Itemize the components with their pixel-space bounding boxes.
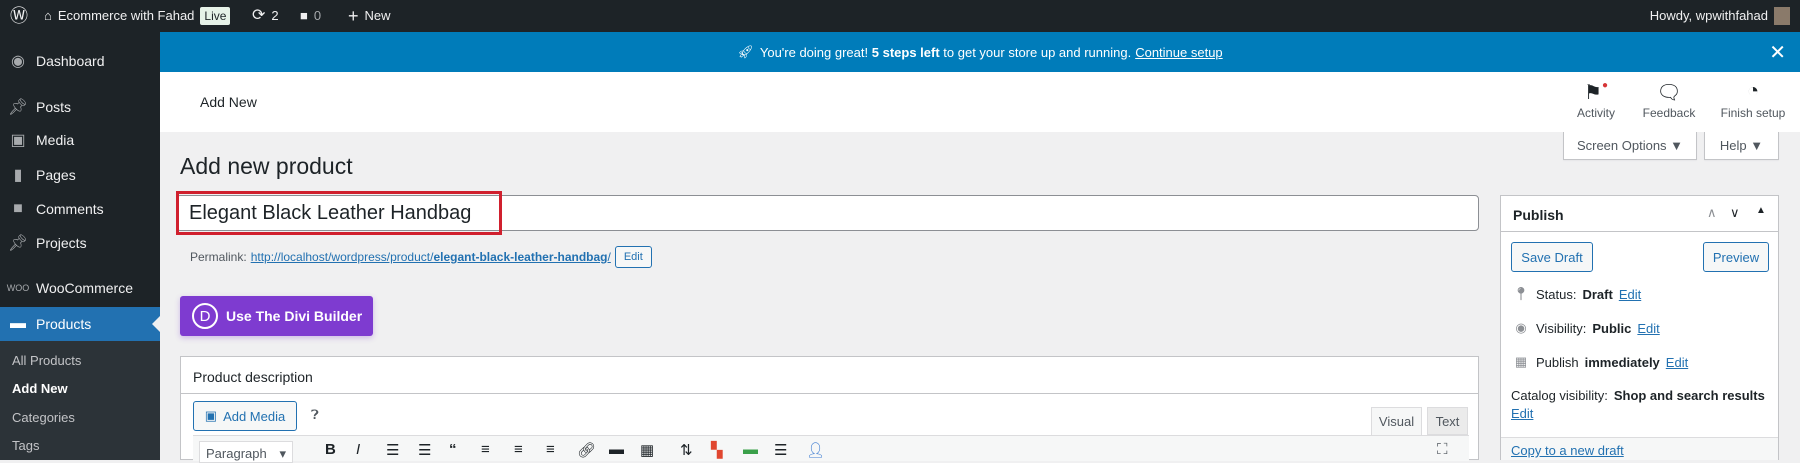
save-draft-button[interactable]: Save Draft xyxy=(1511,242,1593,272)
header-title: Add New xyxy=(200,94,257,110)
product-title-value: Elegant Black Leather Handbag xyxy=(189,202,472,224)
feedback-button[interactable]: 🗨︎ Feedback xyxy=(1629,80,1709,120)
plus-icon: + xyxy=(348,6,359,26)
feedback-icon: 🗨︎ xyxy=(1656,82,1682,104)
submenu-all-products[interactable]: All Products xyxy=(12,353,81,368)
sidebar-item-media[interactable]: ▣ Media xyxy=(0,123,160,157)
close-icon[interactable]: ✕ xyxy=(1769,40,1786,65)
pin-icon: 📍︎ xyxy=(1512,286,1530,301)
link-icon[interactable]: 🔗︎ xyxy=(577,441,596,459)
rocket-icon: 🚀︎ xyxy=(737,44,754,59)
visibility-row: ◉ Visibility: Public Edit xyxy=(1512,320,1659,336)
wordpress-logo-icon[interactable]: Ⓦ xyxy=(10,0,28,32)
divider-icon[interactable]: ▬ xyxy=(743,441,758,458)
layout-icon[interactable]: ▚ xyxy=(711,441,723,459)
italic-icon[interactable]: I xyxy=(356,441,360,458)
comment-icon: ■ xyxy=(13,200,23,217)
sidebar-item-products[interactable]: ▬ Products xyxy=(0,307,160,341)
home-icon: ⌂ xyxy=(44,8,52,23)
woocommerce-header: Add New ⚑● Activity 🗨︎ Feedback ◔ Finish se… xyxy=(160,72,1800,132)
account-menu[interactable]: Howdy, wpwithfahad xyxy=(1650,0,1790,32)
flag-icon: ⚑● xyxy=(1584,80,1608,104)
box-title: Product description xyxy=(181,357,1478,394)
sidebar-item-comments[interactable]: ■ Comments xyxy=(0,192,160,226)
comments-link[interactable]: ■ 0 xyxy=(300,0,321,32)
pin-icon: 📌︎ xyxy=(7,99,29,116)
admin-bar: Ⓦ ⌂ Ecommerce with Fahad Live ⟳ 2 ■ 0 + New H… xyxy=(0,0,1800,32)
list-icon[interactable]: ☰ xyxy=(774,441,787,459)
fullscreen-icon[interactable]: ⛶ xyxy=(1437,441,1448,458)
permalink-row: Permalink: http://localhost/wordpress/pr… xyxy=(190,246,652,268)
move-down-icon[interactable]: ∨ xyxy=(1730,205,1740,221)
product-description-box: Product description ▣ Add Media ❓︎ Visual… xyxy=(180,356,1479,463)
sidebar-item-pages[interactable]: ▮ Pages xyxy=(0,158,160,192)
permalink-link[interactable]: http://localhost/wordpress/product/elega… xyxy=(251,250,611,264)
progress-circle-icon: ◔ xyxy=(1746,80,1760,102)
archive-icon: ▬ xyxy=(10,315,26,332)
help-icon[interactable]: ❓︎ xyxy=(311,407,319,423)
read-more-icon[interactable]: ▬ xyxy=(609,441,624,458)
tab-visual[interactable]: Visual xyxy=(1371,407,1422,435)
active-arrow xyxy=(144,316,160,332)
updates-link[interactable]: ⟳ 2 xyxy=(252,0,279,32)
pages-icon: ▮ xyxy=(13,167,23,184)
toggle-panel-icon[interactable]: ▲ xyxy=(1756,205,1766,216)
site-name-link[interactable]: ⌂ Ecommerce with Fahad Live xyxy=(44,0,231,32)
live-badge: Live xyxy=(200,7,231,25)
submenu-add-new[interactable]: Add New xyxy=(12,381,68,396)
screen-options-button[interactable]: Screen Options ▼ xyxy=(1563,132,1697,160)
edit-date-link[interactable]: Edit xyxy=(1666,355,1688,370)
comment-icon: ■ xyxy=(300,8,308,23)
eye-icon: ◉ xyxy=(1515,320,1527,335)
submenu-categories[interactable]: Categories xyxy=(12,410,75,425)
align-left-icon[interactable]: ≡ xyxy=(481,441,490,458)
permalink-edit-button[interactable]: Edit xyxy=(614,246,652,268)
divi-icon: D xyxy=(192,303,218,329)
align-center-icon[interactable]: ≡ xyxy=(514,441,523,458)
edit-status-link[interactable]: Edit xyxy=(1619,287,1641,302)
sort-icon[interactable]: ⇅ xyxy=(680,441,693,459)
divi-builder-button[interactable]: D Use The Divi Builder xyxy=(180,296,373,336)
media-icon: ▣ xyxy=(10,132,26,149)
align-right-icon[interactable]: ≡ xyxy=(546,441,555,458)
status-row: 📍︎ Status: Draft Edit xyxy=(1512,286,1642,302)
page-title: Add new product xyxy=(180,153,353,179)
dashboard-icon: ◉ xyxy=(11,53,25,70)
sidebar-item-projects[interactable]: 📌︎ Projects xyxy=(0,226,160,260)
publish-date-row: ▦ Publish immediately Edit xyxy=(1512,354,1688,370)
edit-catalog-link[interactable]: Edit xyxy=(1511,406,1533,421)
add-media-button[interactable]: ▣ Add Media xyxy=(193,401,297,431)
sidebar-item-dashboard[interactable]: ◉ Dashboard xyxy=(0,44,160,78)
activity-button[interactable]: ⚑● Activity xyxy=(1556,80,1636,120)
edit-visibility-link[interactable]: Edit xyxy=(1637,321,1659,336)
tab-text[interactable]: Text xyxy=(1427,407,1468,435)
sidebar-item-posts[interactable]: 📌︎ Posts xyxy=(0,90,160,124)
media-icon: ▣ xyxy=(204,408,218,423)
toolbar-toggle-icon[interactable]: ▦ xyxy=(640,441,654,459)
preview-button[interactable]: Preview xyxy=(1703,242,1769,272)
woocommerce-icon: WOO xyxy=(6,283,30,293)
new-content-link[interactable]: + New xyxy=(348,0,391,32)
move-up-icon[interactable]: ∧ xyxy=(1707,205,1717,221)
catalog-visibility-row: Catalog visibility: Shop and search resul… xyxy=(1511,388,1765,403)
numbered-list-icon[interactable]: ☰ xyxy=(418,441,431,459)
finish-setup-button[interactable]: ◔ Finish setup xyxy=(1713,80,1793,120)
avatar xyxy=(1774,7,1790,25)
bold-icon[interactable]: B xyxy=(325,441,336,458)
blockquote-icon[interactable]: “ xyxy=(449,441,457,458)
continue-setup-link[interactable]: Continue setup xyxy=(1135,45,1222,60)
admin-sidebar: ◉ Dashboard 📌︎ Posts ▣ Media ▮ Pages ■ Commen… xyxy=(0,32,160,460)
calendar-icon: ▦ xyxy=(1514,354,1528,369)
copy-draft-link[interactable]: Copy to a new draft xyxy=(1511,443,1624,458)
pin-icon: 📌︎ xyxy=(7,235,29,252)
user-icon[interactable]: 👤︎ xyxy=(806,441,825,459)
help-button[interactable]: Help ▼ xyxy=(1704,132,1779,160)
submenu-tags[interactable]: Tags xyxy=(12,438,39,453)
setup-notice: 🚀︎ You're doing great! 5 steps left to g… xyxy=(160,32,1800,72)
updates-icon: ⟳ xyxy=(252,7,266,24)
sidebar-item-woocommerce[interactable]: WOO WooCommerce xyxy=(0,271,160,305)
bullet-list-icon[interactable]: ☰ xyxy=(386,441,399,459)
